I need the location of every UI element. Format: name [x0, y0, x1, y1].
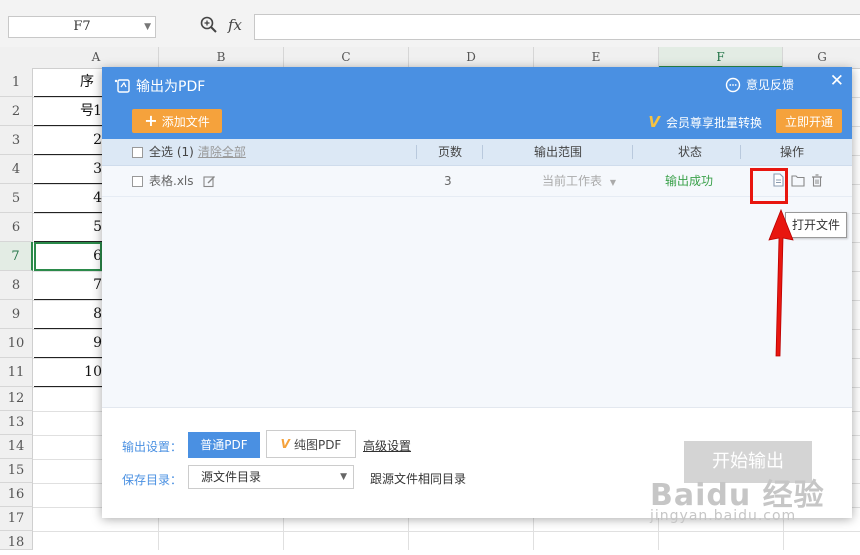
- row-header-9[interactable]: 9: [0, 300, 33, 329]
- row-header-11[interactable]: 11: [0, 358, 33, 387]
- dialog-title: 输出为PDF: [114, 76, 205, 96]
- save-dir-value: 源文件目录: [201, 470, 262, 484]
- cell-a10[interactable]: 9: [34, 329, 102, 358]
- highlight-annotation: [750, 168, 788, 204]
- column-header-c[interactable]: C: [284, 47, 409, 68]
- feedback-link[interactable]: 意见反馈: [725, 76, 794, 93]
- chevron-down-icon[interactable]: ▼: [144, 17, 151, 37]
- formula-input[interactable]: [254, 14, 860, 40]
- formula-bar: F7 ▼ fx: [0, 0, 860, 48]
- file-list-empty-area: [102, 197, 852, 407]
- row-header-2[interactable]: 2: [0, 97, 33, 126]
- cell-a1[interactable]: 序号: [34, 68, 102, 119]
- image-pdf-button[interactable]: V 纯图PDF: [266, 430, 356, 458]
- save-dir-label: 保存目录：: [122, 473, 183, 487]
- add-file-label: 添加文件: [161, 114, 210, 129]
- folder-icon[interactable]: [791, 174, 805, 187]
- watermark-url: jingyan.baidu.com: [650, 508, 797, 524]
- save-dir-select[interactable]: 源文件目录 ▼: [188, 465, 354, 489]
- name-box-value: F7: [73, 19, 91, 34]
- cell-a4[interactable]: 3: [34, 155, 102, 184]
- row-header-7[interactable]: 7: [0, 242, 33, 271]
- edit-icon[interactable]: [203, 175, 216, 188]
- select-all-header: 全选 (1) 清除全部: [132, 139, 246, 165]
- row-header-10[interactable]: 10: [0, 329, 33, 358]
- pages-header: 页数: [438, 145, 463, 159]
- row-header-14[interactable]: 14: [0, 435, 33, 459]
- file-cell: 表格.xls: [132, 166, 216, 196]
- trash-icon[interactable]: [811, 173, 823, 187]
- column-header-g[interactable]: G: [784, 47, 860, 68]
- name-box[interactable]: F7 ▼: [8, 16, 156, 38]
- row-header-18[interactable]: 18: [0, 531, 33, 550]
- cell-a6[interactable]: 5: [34, 213, 102, 242]
- vip-icon: V: [280, 437, 290, 451]
- row-header-8[interactable]: 8: [0, 271, 33, 300]
- file-name: 表格.xls: [149, 174, 194, 188]
- status-cell: 输出成功: [665, 174, 714, 188]
- row-header-12[interactable]: 12: [0, 387, 33, 411]
- row-header-6[interactable]: 6: [0, 213, 33, 242]
- row-header-16[interactable]: 16: [0, 483, 33, 507]
- column-header-d[interactable]: D: [409, 47, 534, 68]
- row-header-3[interactable]: 3: [0, 126, 33, 155]
- column-header-b[interactable]: B: [159, 47, 284, 68]
- pdf-export-icon: [114, 79, 130, 93]
- range-dropdown[interactable]: 当前工作表 ▼: [542, 166, 616, 196]
- row-header-4[interactable]: 4: [0, 155, 33, 184]
- chevron-down-icon: ▼: [609, 178, 616, 187]
- cell-a7[interactable]: 6: [34, 242, 102, 271]
- column-header-a[interactable]: A: [34, 47, 159, 68]
- select-all-checkbox[interactable]: [132, 147, 143, 158]
- open-now-button[interactable]: 立即开通: [776, 109, 842, 133]
- range-value: 当前工作表: [542, 174, 603, 188]
- fx-icon[interactable]: fx: [228, 16, 242, 34]
- cell-a5[interactable]: 4: [34, 184, 102, 213]
- dialog-title-text: 输出为PDF: [136, 79, 206, 95]
- cell-a11[interactable]: 10: [34, 358, 102, 387]
- row-header-13[interactable]: 13: [0, 411, 33, 435]
- file-checkbox[interactable]: [132, 176, 143, 187]
- actions-header: 操作: [780, 145, 805, 159]
- export-pdf-dialog: 输出为PDF 意见反馈 ✕ + 添加文件 V 会员尊享批量转换 立即开通 全选 …: [102, 67, 852, 518]
- column-header-e[interactable]: E: [534, 47, 659, 68]
- feedback-label: 意见反馈: [745, 78, 794, 92]
- range-header: 输出范围: [534, 145, 583, 159]
- select-all-label: 全选 (1): [149, 145, 194, 159]
- normal-pdf-button[interactable]: 普通PDF: [188, 432, 260, 458]
- row-header-17[interactable]: 17: [0, 507, 33, 531]
- table-row: 表格.xls 3 当前工作表 ▼ 输出成功: [102, 166, 852, 197]
- open-file-tooltip: 打开文件: [785, 212, 848, 238]
- add-file-button[interactable]: + 添加文件: [132, 109, 222, 133]
- vip-promo: V 会员尊享批量转换: [648, 113, 762, 131]
- same-dir-text: 跟源文件相同目录: [370, 472, 467, 486]
- file-table-header: 全选 (1) 清除全部 页数 输出范围 状态 操作: [102, 139, 852, 166]
- cell-a9[interactable]: 8: [34, 300, 102, 329]
- plus-icon: +: [144, 111, 158, 130]
- column-header-row: A B C D E F G: [0, 47, 860, 69]
- dialog-header: 输出为PDF 意见反馈 ✕ + 添加文件 V 会员尊享批量转换 立即开通: [102, 67, 852, 139]
- clear-all-link[interactable]: 清除全部: [198, 145, 246, 159]
- chat-bubble-icon: [725, 77, 741, 92]
- close-icon[interactable]: ✕: [830, 71, 844, 91]
- row-header-15[interactable]: 15: [0, 459, 33, 483]
- row-header-5[interactable]: 5: [0, 184, 33, 213]
- zoom-icon[interactable]: [200, 16, 218, 34]
- chevron-down-icon: ▼: [340, 472, 347, 482]
- image-pdf-label: 纯图PDF: [293, 437, 342, 452]
- status-header: 状态: [678, 145, 703, 159]
- advanced-settings-link[interactable]: 高级设置: [363, 437, 411, 454]
- cell-a8[interactable]: 7: [34, 271, 102, 300]
- pages-cell: 3: [444, 174, 452, 188]
- vip-icon: V: [648, 113, 660, 131]
- column-header-f[interactable]: F: [659, 47, 783, 68]
- vip-label: 会员尊享批量转换: [665, 115, 762, 130]
- row-header-1[interactable]: 1: [0, 68, 33, 97]
- cell-a2[interactable]: 1: [34, 97, 102, 126]
- cell-a3[interactable]: 2: [34, 126, 102, 155]
- output-settings-label: 输出设置：: [122, 440, 183, 454]
